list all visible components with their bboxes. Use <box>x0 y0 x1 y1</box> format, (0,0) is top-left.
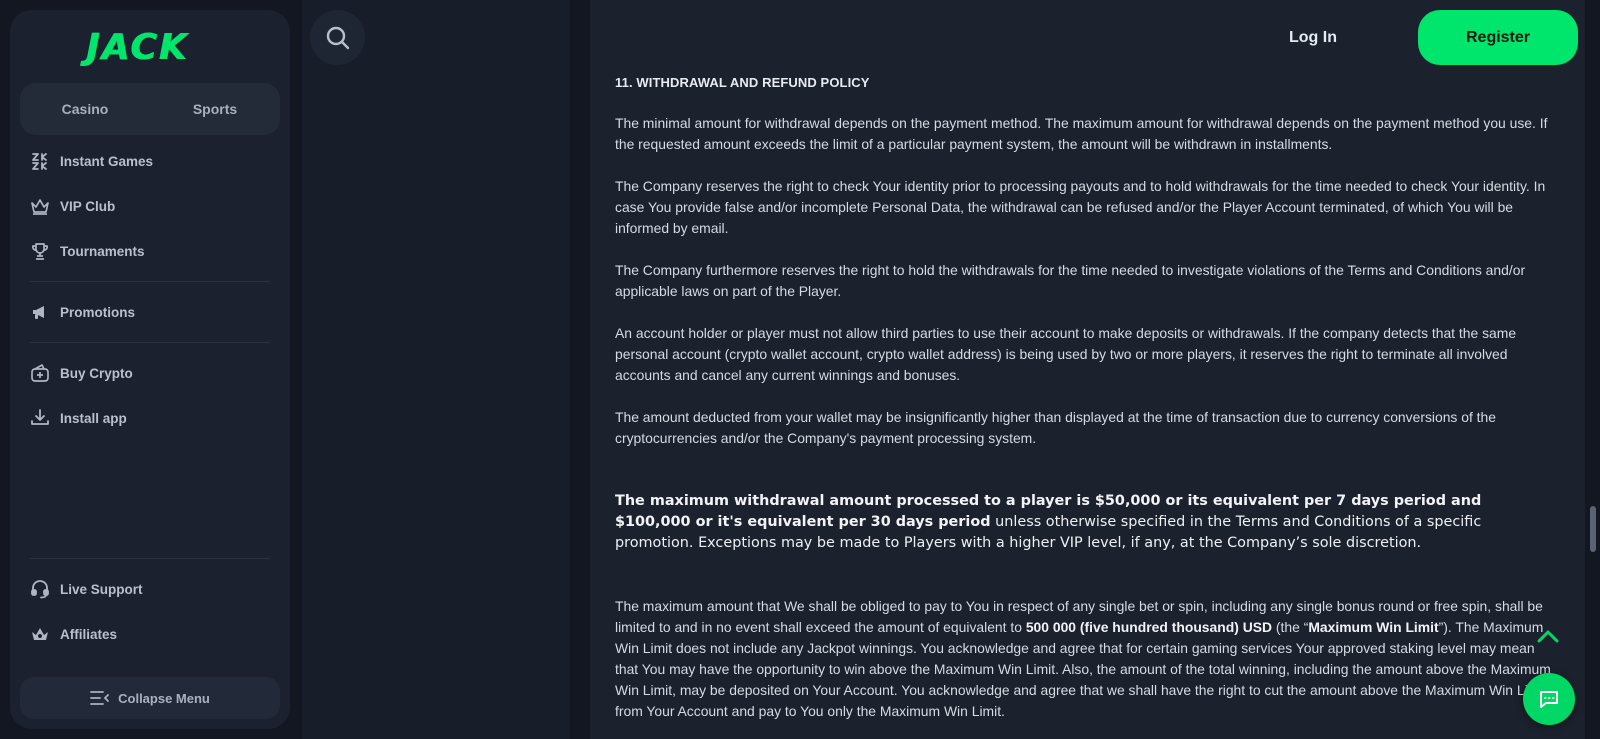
sidebar-item-label: Tournaments <box>60 243 145 259</box>
sidebar-item-promotions[interactable]: Promotions <box>30 297 135 327</box>
sidebar-item-vip-club[interactable]: VIP Club <box>30 191 115 221</box>
megaphone-icon <box>30 302 50 322</box>
max-win-paragraph: The maximum amount that We shall be obli… <box>615 596 1555 722</box>
crown-icon <box>30 196 50 216</box>
live-chat-button[interactable] <box>1523 673 1575 725</box>
search-icon <box>326 26 349 49</box>
section-heading: 11. WITHDRAWAL AND REFUND POLICY <box>615 75 870 90</box>
instant-games-icon <box>30 151 50 171</box>
tab-sports[interactable]: Sports <box>150 83 280 135</box>
max-win-limit-term: Maximum Win Limit <box>1308 619 1439 635</box>
paragraph: An account holder or player must not all… <box>615 325 1517 383</box>
tab-casino[interactable]: Casino <box>20 83 150 135</box>
max-win-amount: 500 000 (five hundred thousand) USD <box>1025 619 1273 635</box>
search-button[interactable] <box>310 10 365 65</box>
scrollbar-thumb[interactable] <box>1590 506 1596 552</box>
chat-icon <box>1540 691 1558 708</box>
register-button[interactable]: Register <box>1418 10 1578 65</box>
text-span: (the “ <box>1272 619 1309 635</box>
sidebar-item-label: Affiliates <box>60 626 118 642</box>
divider <box>30 342 270 343</box>
chevron-up-icon <box>1537 630 1559 643</box>
collapse-menu-icon <box>90 691 110 705</box>
sidebar-item-label: Instant Games <box>60 153 154 169</box>
side-panel <box>302 0 570 739</box>
paragraph: The Company reserves the right to check … <box>615 178 1546 236</box>
login-button[interactable]: Log In <box>1248 10 1378 65</box>
headset-icon <box>30 579 50 599</box>
divider <box>30 558 270 559</box>
sidebar-item-tournaments[interactable]: Tournaments <box>30 236 145 266</box>
sidebar-item-buy-crypto[interactable]: Buy Crypto <box>30 358 133 388</box>
paragraph: The amount deducted from your wallet may… <box>615 409 1496 446</box>
max-withdrawal-paragraph: The maximum withdrawal amount processed … <box>615 491 1555 554</box>
terms-content: 11. WITHDRAWAL AND REFUND POLICY The min… <box>590 0 1585 739</box>
download-icon <box>30 408 50 428</box>
sidebar-item-label: Live Support <box>60 581 143 597</box>
logo[interactable]: JACK <box>86 30 188 66</box>
sidebar-item-label: Buy Crypto <box>60 365 133 381</box>
sidebar-item-live-support[interactable]: Live Support <box>30 574 143 604</box>
collapse-menu-button[interactable]: Collapse Menu <box>20 677 280 719</box>
sidebar: JACK Casino Sports Instant Games VIP Clu… <box>10 10 290 729</box>
trophy-icon <box>30 241 50 261</box>
terms-article: 11. WITHDRAWAL AND REFUND POLICY The min… <box>615 72 1555 739</box>
sidebar-item-label: VIP Club <box>60 198 116 214</box>
crypto-wallet-icon <box>30 363 50 383</box>
paragraph: The minimal amount for withdrawal depend… <box>615 115 1548 152</box>
casino-sports-switcher: Casino Sports <box>20 83 280 135</box>
sidebar-item-instant-games[interactable]: Instant Games <box>30 146 153 176</box>
scrollbar-track[interactable] <box>1588 0 1600 739</box>
affiliates-icon <box>30 624 50 644</box>
sidebar-item-affiliates[interactable]: Affiliates <box>30 619 117 649</box>
scroll-to-top-button[interactable] <box>1533 624 1563 648</box>
paragraph: The Company furthermore reserves the rig… <box>615 262 1526 299</box>
collapse-menu-label: Collapse Menu <box>118 690 210 706</box>
sidebar-item-label: Promotions <box>60 304 136 320</box>
sidebar-item-label: Install app <box>60 410 127 426</box>
divider <box>30 281 270 282</box>
sidebar-item-install-app[interactable]: Install app <box>30 403 127 433</box>
